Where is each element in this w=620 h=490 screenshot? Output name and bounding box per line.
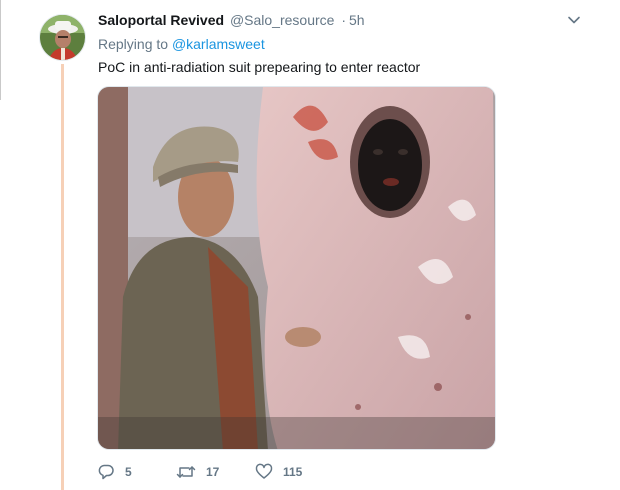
retweet-count: 17	[206, 465, 220, 479]
tweet-timestamp[interactable]: 5h	[349, 12, 365, 28]
tweet-actions: 5 17 115	[97, 462, 302, 482]
reply-icon	[98, 464, 114, 480]
heart-icon	[255, 463, 273, 479]
display-name[interactable]: Saloportal Revived	[98, 12, 224, 28]
replying-mention-link[interactable]: @karlamsweet	[172, 36, 265, 52]
tweet-page: Saloportal Revived @Salo_resource · 5h Re…	[0, 0, 620, 490]
photo-image	[98, 87, 495, 449]
tweet-photo[interactable]	[97, 86, 496, 450]
retweet-icon	[176, 466, 196, 478]
header-separator: ·	[341, 12, 346, 28]
replying-prefix: Replying to	[98, 36, 169, 52]
chevron-down-icon[interactable]	[566, 12, 582, 28]
like-count: 115	[283, 465, 303, 479]
retweet-button[interactable]: 17	[176, 463, 255, 481]
replying-to: Replying to @karlamsweet	[98, 35, 265, 53]
thread-connector-line	[61, 64, 64, 490]
reply-button[interactable]: 5	[97, 463, 176, 481]
like-button[interactable]: 115	[255, 463, 302, 481]
user-handle[interactable]: @Salo_resource	[230, 12, 335, 28]
avatar[interactable]	[39, 14, 86, 61]
avatar-image	[40, 15, 85, 60]
window-edge	[0, 0, 1, 100]
reply-count: 5	[125, 465, 132, 479]
tweet-text: PoC in anti-radiation suit prepearing to…	[98, 59, 421, 75]
tweet-header: Saloportal Revived @Salo_resource · 5h	[98, 11, 365, 29]
